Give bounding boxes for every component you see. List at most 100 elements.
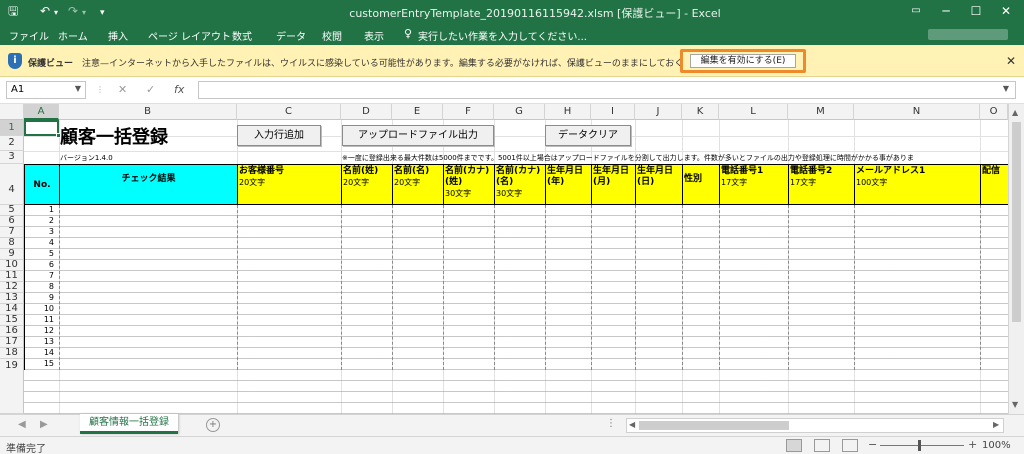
upload-file-output-button[interactable]: アップロードファイル出力 bbox=[342, 125, 494, 146]
column-header-o[interactable]: O bbox=[980, 104, 1008, 120]
protected-view-message: 注意—インターネットから入手したファイルは、ウイルスに感染している可能性がありま… bbox=[82, 59, 773, 69]
horizontal-scrollbar[interactable]: ◀ ▶ bbox=[626, 418, 1004, 433]
header-first-name: 名前(名) 20文字 bbox=[392, 164, 444, 205]
zoom-in-icon[interactable]: + bbox=[968, 438, 977, 451]
scroll-left-icon[interactable]: ◀ bbox=[629, 420, 635, 429]
ribbon-tab-bar: ファイル ホーム 挿入 ページ レイアウト 数式 データ 校閲 表示 ♀ 実行し… bbox=[0, 23, 1024, 45]
column-header-n[interactable]: N bbox=[854, 104, 980, 120]
fill-handle[interactable] bbox=[56, 133, 61, 138]
row-number: 4 bbox=[48, 238, 54, 247]
name-box[interactable]: A1 ▼ bbox=[6, 81, 86, 99]
scroll-up-icon[interactable]: ▲ bbox=[1012, 108, 1018, 117]
active-cell-a1[interactable] bbox=[24, 120, 61, 138]
tab-file[interactable]: ファイル bbox=[9, 28, 49, 43]
undo-dropdown-icon[interactable]: ▾ bbox=[54, 6, 58, 20]
column-header-e[interactable]: E bbox=[392, 104, 443, 120]
sheet-tab-active[interactable]: 顧客情報一括登録 bbox=[80, 414, 178, 434]
tab-home[interactable]: ホーム bbox=[58, 28, 88, 43]
row-number: 1 bbox=[48, 205, 54, 214]
horizontal-scroll-thumb[interactable] bbox=[639, 421, 789, 430]
tell-me-search[interactable]: 実行したい作業を入力してください... bbox=[418, 28, 587, 43]
split-handle-icon[interactable]: ⋮ bbox=[606, 418, 616, 429]
column-header-b[interactable]: B bbox=[59, 104, 237, 120]
row-number: 10 bbox=[43, 304, 54, 313]
header-birth-month: 生年月日(月) bbox=[591, 164, 636, 205]
zoom-slider-thumb[interactable] bbox=[918, 440, 921, 451]
column-header-h[interactable]: H bbox=[545, 104, 591, 120]
vertical-scrollbar[interactable]: ▲ ▼ bbox=[1008, 104, 1024, 414]
close-window-button[interactable]: ✕ bbox=[992, 2, 1020, 20]
close-icon[interactable]: ✕ bbox=[1006, 54, 1016, 68]
cancel-icon[interactable]: ✕ bbox=[118, 83, 127, 96]
undo-icon[interactable]: ↶ bbox=[40, 4, 50, 18]
expand-formula-bar-icon[interactable]: ▼ bbox=[1003, 84, 1009, 93]
zoom-level[interactable]: 100% bbox=[982, 440, 1011, 451]
column-header-m[interactable]: M bbox=[788, 104, 854, 120]
page-layout-view-icon[interactable] bbox=[814, 439, 830, 452]
row-number: 11 bbox=[43, 315, 54, 324]
title-bar: 🖫 ↶ ▾ ↷ ▾ ▾ customerEntryTemplate_201901… bbox=[0, 0, 1024, 23]
zoom-out-icon[interactable]: − bbox=[868, 438, 877, 451]
sheet-nav-prev-icon[interactable]: ◀ bbox=[18, 419, 26, 430]
add-row-button[interactable]: 入力行追加 bbox=[237, 125, 321, 146]
enable-editing-button[interactable]: 編集を有効にする(E) bbox=[690, 54, 796, 68]
column-header-a[interactable]: A bbox=[24, 104, 59, 120]
tab-page-layout[interactable]: ページ レイアウト bbox=[148, 28, 231, 43]
row-header-19[interactable]: 19 bbox=[0, 359, 24, 414]
tab-review[interactable]: 校閲 bbox=[322, 28, 342, 43]
redo-icon[interactable]: ↷ bbox=[68, 4, 78, 18]
save-icon[interactable]: 🖫 bbox=[8, 4, 18, 18]
add-sheet-icon[interactable]: + bbox=[206, 418, 220, 432]
vertical-scroll-thumb[interactable] bbox=[1012, 122, 1021, 322]
row-number: 15 bbox=[43, 359, 54, 368]
window-title: customerEntryTemplate_20190116115942.xls… bbox=[349, 7, 721, 20]
header-phone2: 電話番号2 17文字 bbox=[788, 164, 855, 205]
tab-view[interactable]: 表示 bbox=[364, 28, 384, 43]
normal-view-icon[interactable] bbox=[786, 439, 802, 452]
column-header-d[interactable]: D bbox=[341, 104, 392, 120]
column-header-c[interactable]: C bbox=[237, 104, 341, 120]
worksheet-grid[interactable]: 顧客一括登録 入力行追加 アップロードファイル出力 データクリア バージョン1.… bbox=[24, 120, 1008, 414]
formula-input[interactable]: ▼ bbox=[198, 81, 1016, 99]
maximize-button[interactable]: ☐ bbox=[962, 2, 990, 20]
customize-qat-icon[interactable]: ▾ bbox=[100, 6, 105, 20]
minimize-button[interactable]: ─ bbox=[932, 2, 960, 20]
row-header-2[interactable]: 2 bbox=[0, 136, 24, 151]
header-delivery: 配信 bbox=[980, 164, 1008, 205]
chevron-down-icon[interactable]: ▼ bbox=[75, 84, 81, 93]
column-header-j[interactable]: J bbox=[635, 104, 682, 120]
column-header-i[interactable]: I bbox=[591, 104, 635, 120]
page-break-view-icon[interactable] bbox=[842, 439, 858, 452]
header-birth-day: 生年月日(日) bbox=[635, 164, 683, 205]
account-name[interactable] bbox=[928, 29, 1008, 40]
row-header-18[interactable]: 18 bbox=[0, 348, 24, 359]
fx-icon[interactable]: fx bbox=[174, 83, 184, 96]
tab-formulas[interactable]: 数式 bbox=[232, 28, 252, 43]
sheet-nav-next-icon[interactable]: ▶ bbox=[40, 419, 48, 430]
row-header-3[interactable]: 3 bbox=[0, 151, 24, 164]
header-no: No. bbox=[24, 164, 60, 205]
header-birth-year: 生年月日(年) bbox=[545, 164, 592, 205]
row-number: 13 bbox=[43, 337, 54, 346]
enter-icon[interactable]: ✓ bbox=[146, 83, 155, 96]
select-all-corner[interactable] bbox=[0, 104, 24, 120]
header-gender: 性別 bbox=[682, 164, 720, 205]
excel-window: { "window": { "title": "customerEntryTem… bbox=[0, 0, 1024, 454]
clear-data-button[interactable]: データクリア bbox=[545, 125, 631, 146]
column-header-l[interactable]: L bbox=[719, 104, 788, 120]
column-header-k[interactable]: K bbox=[682, 104, 719, 120]
row-header-4[interactable]: 4 bbox=[0, 164, 24, 205]
column-header-f[interactable]: F bbox=[443, 104, 494, 120]
scroll-down-icon[interactable]: ▼ bbox=[1012, 400, 1018, 409]
zoom-slider[interactable] bbox=[880, 445, 964, 446]
status-text: 準備完了 bbox=[6, 444, 46, 454]
enable-editing-highlight: 編集を有効にする(E) bbox=[680, 49, 806, 73]
row-header-1[interactable]: 1 bbox=[0, 120, 24, 136]
column-header-g[interactable]: G bbox=[494, 104, 545, 120]
ribbon-display-options-icon[interactable]: ▭ bbox=[902, 2, 930, 20]
redo-dropdown-icon[interactable]: ▾ bbox=[82, 6, 86, 20]
scroll-right-icon[interactable]: ▶ bbox=[993, 420, 999, 429]
tab-insert[interactable]: 挿入 bbox=[108, 28, 128, 43]
header-phone1: 電話番号1 17文字 bbox=[719, 164, 789, 205]
tab-data[interactable]: データ bbox=[276, 28, 306, 43]
